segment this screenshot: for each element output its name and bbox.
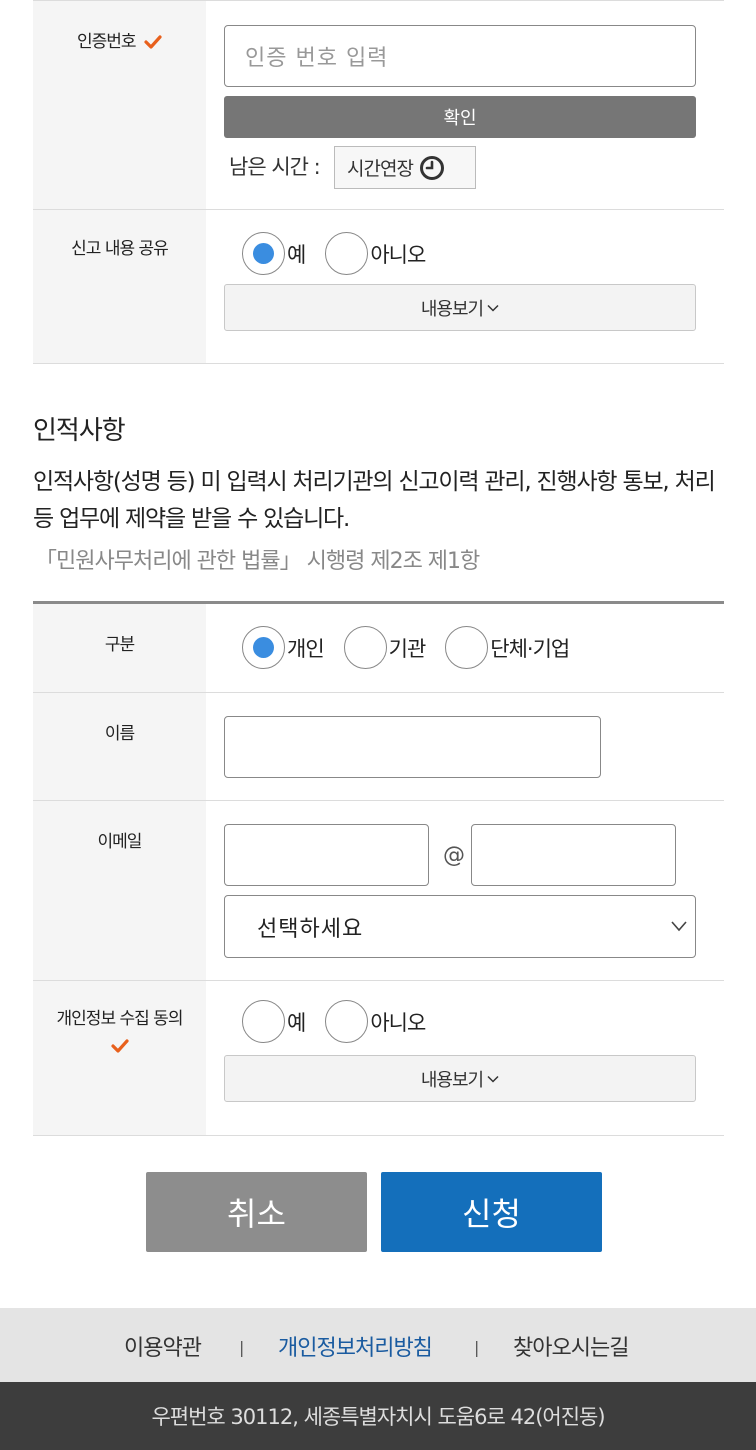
- clock-icon: [419, 155, 444, 180]
- email-label: 이메일: [97, 832, 143, 852]
- law-reference: 「민원사무처리에 관한 법률」 시행령 제2조 제1항: [35, 549, 480, 574]
- auth-code-input[interactable]: 인증 번호 입력: [224, 25, 696, 87]
- submit-button[interactable]: 신청: [381, 1172, 602, 1252]
- auth-label: 인증번호: [77, 32, 137, 52]
- required-check-icon: [144, 35, 162, 49]
- name-label: 이름: [104, 724, 135, 744]
- footer-address: 우편번호 30112, 세종특별자치시 도움6로 42(어진동): [0, 1382, 756, 1450]
- type-row: 구분 개인 기관 단체·기업: [33, 604, 724, 693]
- required-check-icon: [110, 1039, 129, 1053]
- radio-circle[interactable]: [343, 626, 387, 669]
- consent-header: 개인정보 수집 동의: [33, 981, 206, 1135]
- radio-label: 개인: [287, 636, 325, 661]
- share-no-radio[interactable]: 아니오: [325, 232, 426, 275]
- radio-selected-dot: [253, 243, 274, 264]
- type-cell: 개인 기관 단체·기업: [206, 604, 724, 692]
- email-cell: @ 선택하세요: [206, 801, 724, 980]
- notice-text: 인적사항(성명 등) 미 입력시 처리기관의 신고이력 관리, 진행사항 통보,…: [33, 469, 716, 532]
- radio-label: 아니오: [370, 1010, 426, 1035]
- chevron-down-icon: [487, 304, 499, 312]
- radio-circle[interactable]: [325, 1000, 369, 1043]
- radio-label: 예: [287, 242, 306, 267]
- type-label: 구분: [104, 635, 135, 655]
- share-label: 신고 내용 공유: [71, 239, 169, 259]
- name-cell: [206, 693, 724, 800]
- chevron-down-icon: [487, 1075, 499, 1083]
- footer-link-terms[interactable]: 이용약관: [124, 1330, 202, 1362]
- auth-header: 인증번호: [33, 1, 206, 209]
- email-header: 이메일: [33, 801, 206, 980]
- view-content-button[interactable]: 내용보기: [224, 284, 696, 331]
- email-domain-input[interactable]: [471, 824, 676, 886]
- name-input[interactable]: [224, 716, 601, 778]
- footer-separator: |: [239, 1338, 245, 1357]
- type-header: 구분: [33, 604, 206, 692]
- share-yes-radio[interactable]: 예: [242, 232, 306, 275]
- consent-row: 개인정보 수집 동의 예 아니오 내용보기: [33, 981, 724, 1136]
- view-content-label: 내용보기: [420, 298, 484, 320]
- share-header: 신고 내용 공유: [33, 210, 206, 363]
- radio-circle[interactable]: [242, 1000, 285, 1043]
- radio-circle[interactable]: [325, 232, 369, 275]
- consent-label: 개인정보 수집 동의: [56, 1009, 184, 1029]
- at-sign: @: [443, 843, 465, 868]
- footer-links: 이용약관 | 개인정보처리방침 | 찾아오시는길: [0, 1308, 756, 1382]
- radio-selected-dot: [253, 637, 274, 658]
- consent-yes-radio[interactable]: 예: [242, 1000, 306, 1043]
- email-local-input[interactable]: [224, 824, 429, 886]
- radio-label: 예: [287, 1010, 306, 1035]
- footer-link-directions[interactable]: 찾아오시는길: [513, 1330, 629, 1362]
- share-radio-group: 예 아니오: [242, 232, 445, 275]
- type-radio-group: 개인 기관 단체·기업: [242, 626, 589, 669]
- radio-label: 단체·기업: [490, 636, 570, 661]
- footer-link-privacy[interactable]: 개인정보처리방침: [278, 1330, 433, 1362]
- radio-circle[interactable]: [242, 626, 285, 669]
- consent-radio-group: 예 아니오: [242, 1000, 445, 1043]
- footer-separator: |: [474, 1338, 480, 1357]
- auth-row: 인증번호 인증 번호 입력 확인 남은 시간 : 시간연장: [33, 0, 724, 210]
- type-group-radio[interactable]: 단체·기업: [445, 626, 570, 669]
- select-value: 선택하세요: [257, 916, 364, 942]
- section-title: 인적사항: [33, 416, 126, 446]
- share-cell: 예 아니오 내용보기: [206, 210, 724, 363]
- consent-cell: 예 아니오 내용보기: [206, 981, 724, 1135]
- auth-cell: 인증 번호 입력 확인 남은 시간 : 시간연장: [206, 1, 724, 209]
- consent-view-content-button[interactable]: 내용보기: [224, 1055, 696, 1102]
- extend-time-button[interactable]: 시간연장: [334, 146, 476, 189]
- name-header: 이름: [33, 693, 206, 800]
- confirm-button[interactable]: 확인: [224, 96, 696, 138]
- radio-label: 아니오: [370, 242, 426, 267]
- remaining-time-label: 남은 시간 :: [229, 155, 321, 179]
- radio-label: 기관: [388, 636, 427, 661]
- share-row: 신고 내용 공유 예 아니오 내용보기: [33, 210, 724, 364]
- chevron-down-icon: [671, 921, 687, 932]
- type-individual-radio[interactable]: 개인: [242, 626, 325, 669]
- extend-time-label: 시간연장: [347, 158, 414, 180]
- view-content-label: 내용보기: [420, 1069, 484, 1091]
- radio-circle[interactable]: [445, 626, 489, 669]
- cancel-button[interactable]: 취소: [146, 1172, 367, 1252]
- radio-circle[interactable]: [242, 232, 285, 275]
- email-row: 이메일 @ 선택하세요: [33, 801, 724, 981]
- consent-no-radio[interactable]: 아니오: [325, 1000, 426, 1043]
- type-organization-radio[interactable]: 기관: [343, 626, 427, 669]
- name-row: 이름: [33, 693, 724, 801]
- email-domain-select[interactable]: 선택하세요: [224, 895, 696, 958]
